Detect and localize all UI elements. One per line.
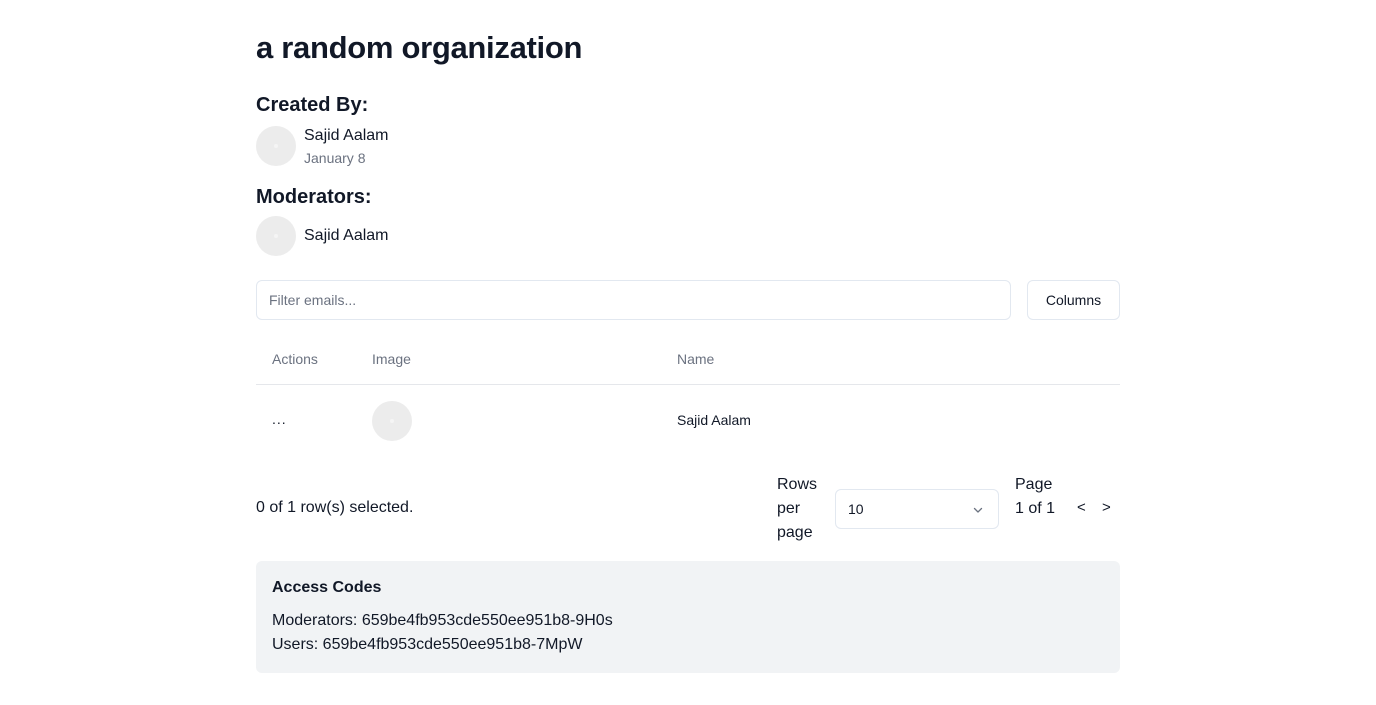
next-page-button[interactable]: >	[1102, 499, 1111, 516]
access-codes-panel: Access Codes Moderators: 659be4fb953cde5…	[256, 561, 1120, 673]
header-actions[interactable]: Actions	[272, 351, 318, 367]
row-avatar	[372, 401, 412, 441]
row-actions-menu[interactable]: ...	[272, 411, 287, 427]
rows-per-page-select[interactable]: 10	[835, 489, 999, 529]
access-codes-title: Access Codes	[272, 579, 382, 596]
page-indicator: Page 1 of 1	[1015, 476, 1056, 517]
creator-date: January 8	[304, 150, 366, 166]
creator-avatar	[256, 126, 296, 166]
rows-per-page-label: Rows per page	[777, 476, 818, 541]
columns-button[interactable]: Columns	[1027, 280, 1120, 320]
header-name[interactable]: Name	[677, 351, 714, 367]
table-header: Actions Image Name	[256, 336, 1120, 385]
created-by-heading: Created By:	[256, 94, 369, 116]
row-name: Sajid Aalam	[677, 412, 751, 428]
header-image[interactable]: Image	[372, 351, 411, 367]
previous-page-button[interactable]: <	[1077, 499, 1086, 516]
creator-name: Sajid Aalam	[304, 127, 389, 144]
chevron-down-icon	[972, 503, 984, 521]
moderator-name: Sajid Aalam	[304, 227, 389, 244]
selection-count: 0 of 1 row(s) selected.	[256, 499, 414, 516]
filter-emails-input[interactable]	[256, 280, 1011, 320]
moderators-access-code: Moderators: 659be4fb953cde550ee951b8-9H0…	[272, 612, 613, 629]
users-access-code: Users: 659be4fb953cde550ee951b8-7MpW	[272, 636, 583, 653]
moderators-heading: Moderators:	[256, 186, 372, 208]
table-row: ... Sajid Aalam	[256, 385, 1120, 457]
rows-per-page-value: 10	[848, 501, 864, 517]
moderator-avatar	[256, 216, 296, 256]
page-title: a random organization	[256, 30, 583, 65]
